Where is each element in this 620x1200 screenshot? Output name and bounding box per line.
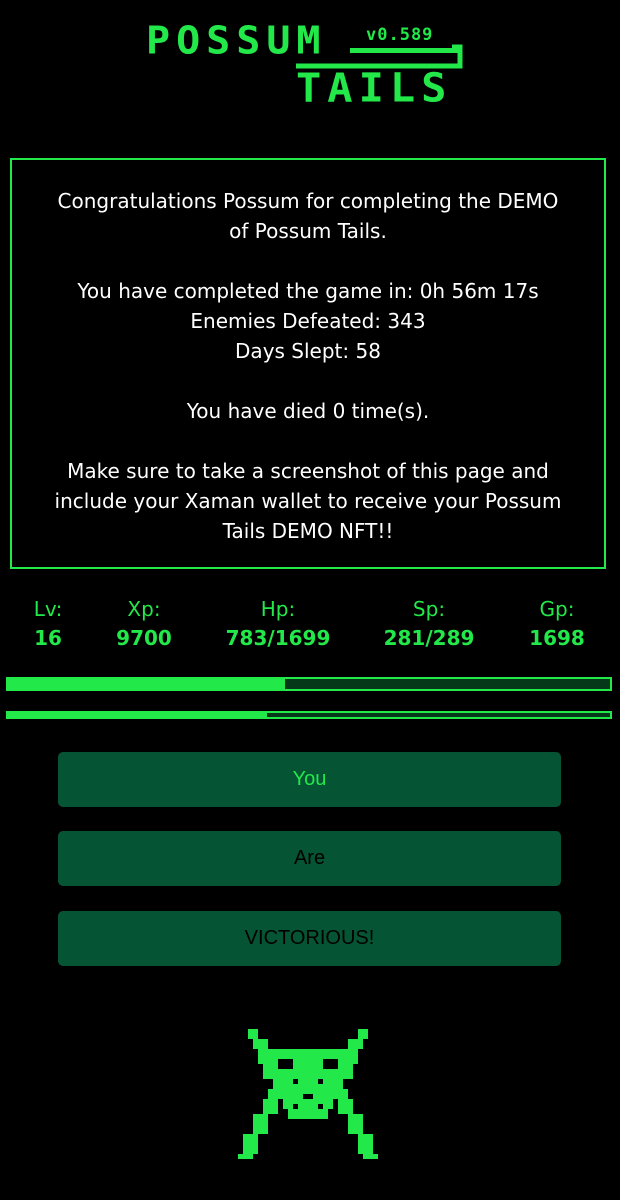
deaths-count: You have died 0 time(s). (186, 399, 430, 423)
stat-hp-value: 783/1699 (225, 626, 331, 650)
stat-gp-label: Gp: (539, 597, 575, 621)
sp-bar (6, 711, 612, 719)
instructions-line-3: Tails DEMO NFT!! (222, 519, 394, 543)
victorious-button[interactable]: VICTORIOUS! (58, 911, 561, 966)
instructions-line-2: include your Xaman wallet to receive you… (54, 489, 562, 513)
logo-title-line2: TAILS (296, 64, 453, 111)
congrats-line-2: of Possum Tails. (229, 219, 387, 243)
stat-hp: Hp: 783/1699 (218, 595, 338, 653)
congrats-line-1: Congratulations Possum for completing th… (57, 189, 559, 213)
stat-sp-label: Sp: (412, 597, 446, 621)
stat-gp-value: 1698 (529, 626, 585, 650)
stat-sp-value: 281/289 (383, 626, 475, 650)
game-logo: POSSUM v0.589 TAILS (0, 0, 620, 140)
hp-bar (6, 677, 612, 691)
stat-hp-label: Hp: (260, 597, 296, 621)
stat-xp: Xp: 9700 (84, 595, 204, 653)
stat-xp-label: Xp: (127, 597, 161, 621)
you-button[interactable]: You (58, 752, 561, 807)
stat-xp-value: 9700 (116, 626, 172, 650)
version-label: v0.589 (366, 25, 434, 45)
possum-mascot-icon (238, 1029, 378, 1159)
logo-title-line1: POSSUM (146, 19, 327, 63)
days-slept: Days Slept: 58 (235, 339, 381, 363)
sp-bar-fill (8, 713, 267, 717)
completion-time: You have completed the game in: 0h 56m 1… (77, 279, 539, 303)
stat-sp: Sp: 281/289 (369, 595, 489, 653)
victory-message-box: Congratulations Possum for completing th… (10, 158, 606, 569)
stat-gp: Gp: 1698 (497, 595, 617, 653)
enemies-defeated: Enemies Defeated: 343 (190, 309, 426, 333)
instructions-line-1: Make sure to take a screenshot of this p… (67, 459, 549, 483)
hp-bar-fill (8, 679, 285, 689)
are-button[interactable]: Are (58, 831, 561, 886)
